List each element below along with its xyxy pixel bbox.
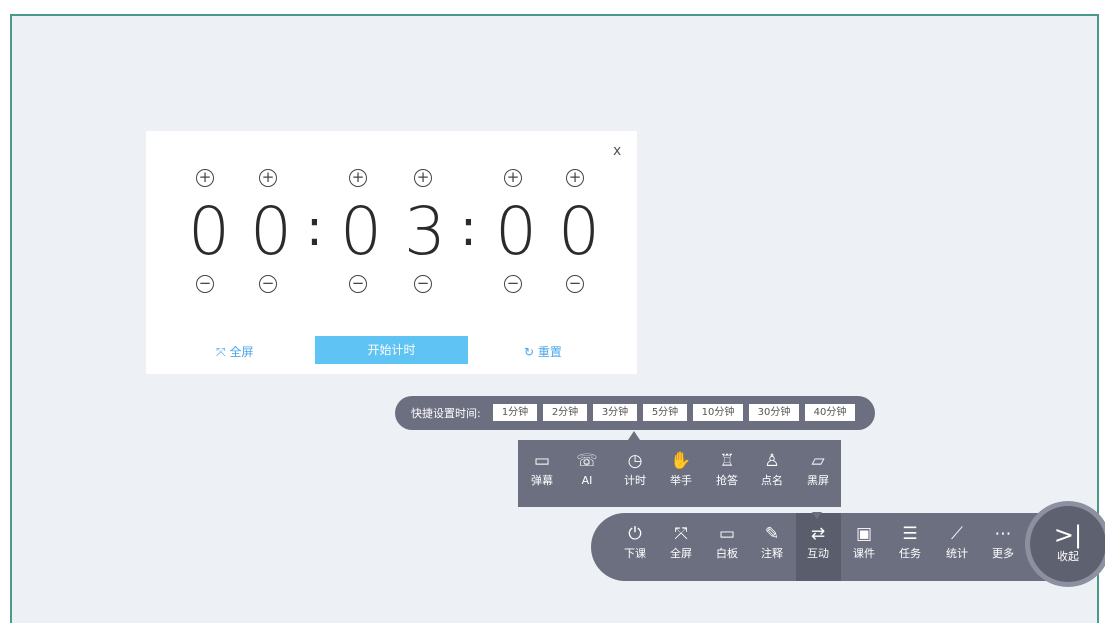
reset-icon: ↻ [524, 345, 535, 359]
tool-ai[interactable]: ☏ AI [567, 451, 607, 488]
danmaku-icon: ▭ [533, 451, 551, 471]
tool-label: 黑屏 [807, 474, 829, 487]
power-icon: ⏻ [628, 524, 642, 544]
tool-label: 举手 [670, 474, 692, 487]
quick-40min-option[interactable]: 40分钟 [805, 404, 855, 421]
quick-2min-option[interactable]: 2分钟 [543, 404, 587, 421]
buzzer-icon: ♖ [719, 451, 735, 471]
hour-ones-digit: 0 [250, 193, 292, 270]
tool-label: 抢答 [716, 474, 738, 487]
quick-30min-option[interactable]: 30分钟 [749, 404, 799, 421]
toolbar-end-class[interactable]: ⏻ 下课 [615, 524, 655, 561]
second-tens-minus-button[interactable]: − [504, 275, 522, 293]
second-tens-plus-button[interactable]: + [504, 169, 522, 187]
toolbar-label: 课件 [853, 547, 875, 560]
colon-separator: : [460, 199, 477, 257]
chart-icon: ⟋ [951, 524, 963, 544]
quick-5min-option[interactable]: 5分钟 [643, 404, 687, 421]
minute-tens-minus-button[interactable]: − [349, 275, 367, 293]
toolbar-label: 互动 [807, 547, 829, 560]
tool-label: 弹幕 [531, 474, 553, 487]
hour-ones-minus-button[interactable]: − [259, 275, 277, 293]
close-button[interactable]: x [613, 143, 621, 159]
tool-label: 计时 [624, 474, 646, 487]
toolbar-stats[interactable]: ⟋ 统计 [937, 524, 977, 561]
toolbar-more[interactable]: ⋯ 更多 [983, 524, 1023, 561]
list-icon: ☰ [902, 524, 918, 544]
minute-ones-digit: 3 [404, 193, 446, 270]
quick-1min-option[interactable]: 1分钟 [493, 404, 537, 421]
second-tens-digit: 0 [495, 193, 537, 270]
second-ones-minus-button[interactable]: − [566, 275, 584, 293]
fullscreen-label: 全屏 [229, 345, 254, 359]
minute-ones-plus-button[interactable]: + [414, 169, 432, 187]
toolbar-fullscreen[interactable]: ⤧ 全屏 [661, 524, 701, 561]
quick-10min-option[interactable]: 10分钟 [693, 404, 743, 421]
hour-tens-plus-button[interactable]: + [196, 169, 214, 187]
toolbar-label: 全屏 [670, 547, 692, 560]
toolbar-courseware[interactable]: ▣ 课件 [844, 524, 884, 561]
toolbar-label: 更多 [992, 547, 1014, 560]
quick-time-label: 快捷设置时间: [411, 407, 481, 420]
toolbar-pointer [812, 512, 822, 519]
fullscreen-icon: ⤧ [216, 345, 226, 359]
clock-icon: ◷ [627, 451, 643, 471]
hour-tens-digit: 0 [188, 193, 230, 270]
hand-icon: ✋ [670, 451, 692, 471]
screen-off-icon: ▱ [811, 451, 825, 471]
toolbar-label: 统计 [946, 547, 968, 560]
toolbar-label: 下课 [624, 547, 646, 560]
toolbar-interact[interactable]: ⇄ 互动 [798, 524, 838, 561]
whiteboard-icon: ▭ [718, 524, 736, 544]
minute-ones-minus-button[interactable]: − [414, 275, 432, 293]
collapse-icon: >| [1053, 521, 1083, 549]
tool-raise-hand[interactable]: ✋ 举手 [661, 451, 701, 488]
collapse-button[interactable]: >| 收起 [1030, 506, 1105, 582]
reset-label: 重置 [537, 345, 562, 359]
tool-black-screen[interactable]: ▱ 黑屏 [798, 451, 838, 488]
collapse-label: 收起 [1057, 550, 1079, 563]
toolbar-tasks[interactable]: ☰ 任务 [890, 524, 930, 561]
second-ones-plus-button[interactable]: + [566, 169, 584, 187]
swap-icon: ⇄ [810, 524, 826, 544]
toolbar-annotate[interactable]: ✎ 注释 [752, 524, 792, 561]
hour-ones-plus-button[interactable]: + [259, 169, 277, 187]
start-timer-button[interactable]: 开始计时 [315, 336, 468, 364]
reset-link[interactable]: ↻ 重置 [524, 343, 562, 360]
tool-label: 点名 [761, 474, 783, 487]
toolbar-label: 注释 [761, 547, 783, 560]
person-icon: ♙ [764, 451, 780, 471]
second-ones-digit: 0 [558, 193, 600, 270]
toolbar-whiteboard[interactable]: ▭ 白板 [707, 524, 747, 561]
tool-quick-answer[interactable]: ♖ 抢答 [707, 451, 747, 488]
more-icon: ⋯ [994, 524, 1012, 544]
quick-3min-option[interactable]: 3分钟 [593, 404, 637, 421]
panel-pointer [628, 431, 640, 440]
tool-timer[interactable]: ◷ 计时 [615, 451, 655, 488]
phone-icon: ☏ [576, 451, 598, 471]
minute-tens-plus-button[interactable]: + [349, 169, 367, 187]
tool-roll-call[interactable]: ♙ 点名 [752, 451, 792, 488]
tool-label: AI [581, 474, 593, 487]
toolbar-label: 白板 [716, 547, 738, 560]
fullscreen-icon: ⤧ [674, 524, 688, 544]
file-icon: ▣ [855, 524, 873, 544]
fullscreen-link[interactable]: ⤧ 全屏 [216, 343, 253, 360]
colon-separator: : [306, 199, 323, 257]
toolbar-label: 任务 [899, 547, 921, 560]
hour-tens-minus-button[interactable]: − [196, 275, 214, 293]
minute-tens-digit: 0 [340, 193, 382, 270]
pen-icon: ✎ [764, 524, 780, 544]
tool-danmaku[interactable]: ▭ 弹幕 [522, 451, 562, 488]
